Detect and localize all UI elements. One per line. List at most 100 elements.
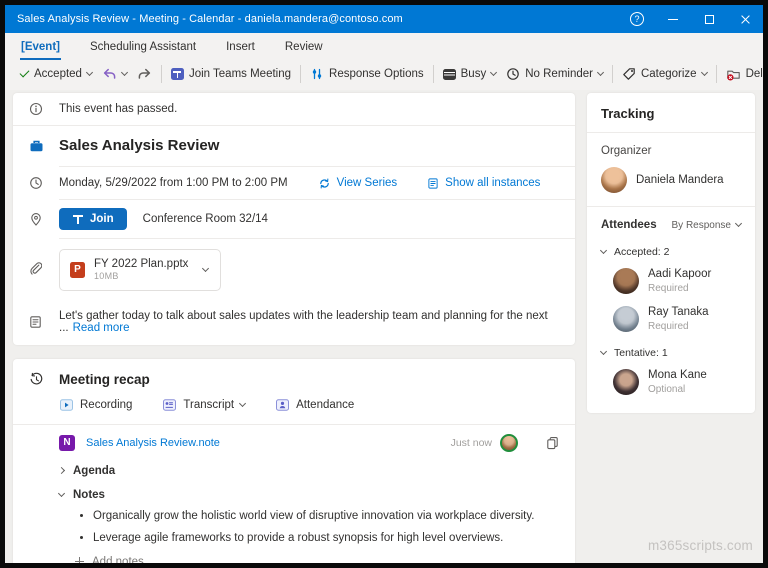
powerpoint-file-icon bbox=[70, 261, 85, 278]
accepted-button[interactable]: Accepted bbox=[15, 65, 97, 83]
attendee-avatar bbox=[613, 305, 639, 332]
agenda-label: Agenda bbox=[73, 464, 116, 477]
reminder-clock-icon bbox=[507, 68, 520, 80]
datetime-row: Monday, 5/29/2022 from 1:00 PM to 2:00 P… bbox=[13, 167, 575, 199]
by-response-dropdown[interactable]: By Response bbox=[672, 220, 743, 231]
location-row: Join Conference Room 32/14 bbox=[13, 200, 575, 238]
help-button[interactable]: ? bbox=[619, 5, 655, 33]
categorize-button[interactable]: Categorize bbox=[617, 64, 712, 84]
attendee-role: Required bbox=[648, 320, 689, 332]
transcript-button[interactable]: Transcript bbox=[162, 398, 247, 412]
read-more-link[interactable]: Read more bbox=[73, 322, 130, 334]
sync-icon bbox=[319, 178, 329, 188]
meeting-note-link[interactable]: Sales Analysis Review.note bbox=[86, 437, 220, 449]
delete-label: Delete bbox=[745, 68, 763, 80]
forward-button[interactable] bbox=[132, 64, 157, 84]
attendee-name: Ray Tanaka bbox=[648, 305, 709, 318]
close-button[interactable] bbox=[727, 5, 763, 33]
content-area: This event has passed. Sales Analysis Re… bbox=[5, 90, 763, 563]
reminder-button[interactable]: No Reminder bbox=[501, 64, 608, 84]
transcript-label: Transcript bbox=[183, 398, 235, 411]
event-title-row: Sales Analysis Review bbox=[13, 126, 575, 166]
teams-icon bbox=[72, 214, 84, 225]
watermark: m365scripts.com bbox=[647, 538, 753, 553]
add-notes-label: Add notes bbox=[92, 555, 144, 563]
tab-scheduling-assistant[interactable]: Scheduling Assistant bbox=[89, 36, 197, 60]
chevron-down-icon bbox=[599, 246, 608, 255]
view-series-label: View Series bbox=[336, 177, 398, 189]
title-bar: Sales Analysis Review - Meeting - Calend… bbox=[5, 5, 763, 33]
categorize-label: Categorize bbox=[640, 68, 697, 80]
attendee-name: Aadi Kapoor bbox=[648, 268, 712, 280]
busy-status-button[interactable]: Busy bbox=[438, 65, 502, 83]
tab-event[interactable]: [Event] bbox=[20, 36, 61, 60]
notes-section-toggle[interactable]: Notes bbox=[13, 483, 575, 507]
screenshot-frame: Sales Analysis Review - Meeting - Calend… bbox=[0, 0, 768, 568]
join-button-label: Join bbox=[90, 213, 114, 225]
tracking-card: Tracking Organizer Daniela Mandera Atten… bbox=[587, 93, 755, 413]
description-text: Let's gather today to talk about sales u… bbox=[59, 310, 559, 334]
chevron-down-icon bbox=[490, 68, 498, 77]
accepted-group-toggle[interactable]: Accepted: 2 bbox=[587, 237, 755, 262]
accepted-label: Accepted bbox=[34, 68, 82, 80]
attachment-card[interactable]: FY 2022 Plan.pptx 10MB bbox=[59, 249, 222, 291]
attendee-role: Required bbox=[648, 282, 689, 294]
busy-status-icon bbox=[442, 68, 456, 80]
attendee-info: Aadi Kapoor Required bbox=[648, 267, 711, 295]
busy-label: Busy bbox=[460, 68, 487, 80]
add-notes-button[interactable]: Add notes bbox=[13, 554, 575, 563]
show-all-instances-link[interactable]: Show all instances bbox=[427, 177, 540, 190]
view-series-link[interactable]: View Series bbox=[318, 177, 398, 190]
attachment-row: FY 2022 Plan.pptx 10MB bbox=[13, 239, 575, 301]
tab-insert[interactable]: Insert bbox=[225, 36, 256, 60]
location-text: Conference Room 32/14 bbox=[142, 213, 268, 225]
tentative-group-label: Tentative: 1 bbox=[614, 346, 668, 359]
attendee-avatar bbox=[613, 267, 639, 294]
organizer-name: Daniela Mandera bbox=[636, 174, 724, 186]
attachment-size: 10MB bbox=[94, 271, 119, 282]
close-icon bbox=[740, 14, 751, 25]
recording-button[interactable]: Recording bbox=[59, 398, 132, 412]
attendee-avatar bbox=[613, 368, 639, 395]
chevron-down-icon bbox=[239, 399, 247, 407]
description-body: Let's gather today to talk about sales u… bbox=[59, 309, 548, 334]
tentative-group-toggle[interactable]: Tentative: 1 bbox=[587, 338, 755, 363]
join-meeting-button[interactable]: Join bbox=[59, 208, 127, 230]
show-all-instances-label: Show all instances bbox=[445, 177, 541, 189]
recording-label: Recording bbox=[80, 398, 133, 411]
join-teams-meeting-button[interactable]: Join Teams Meeting bbox=[166, 65, 296, 83]
attachment-name: FY 2022 Plan.pptx bbox=[94, 258, 189, 270]
clock-icon bbox=[29, 176, 59, 190]
note-bullet: Leverage agile frameworks to provide a r… bbox=[93, 532, 575, 544]
info-icon bbox=[29, 102, 59, 116]
response-options-label: Response Options bbox=[329, 68, 424, 80]
attendee-row: Aadi Kapoor Required bbox=[587, 262, 755, 300]
minimize-button[interactable] bbox=[655, 5, 691, 33]
attendee-role: Optional bbox=[648, 383, 686, 395]
description-row: Let's gather today to talk about sales u… bbox=[13, 301, 575, 345]
maximize-icon bbox=[704, 14, 714, 24]
copy-icon[interactable] bbox=[546, 436, 559, 450]
maximize-button[interactable] bbox=[691, 5, 727, 33]
check-icon bbox=[19, 67, 30, 78]
recording-icon bbox=[60, 398, 73, 411]
reply-button[interactable] bbox=[97, 64, 132, 84]
window-title: Sales Analysis Review - Meeting - Calend… bbox=[17, 13, 403, 25]
response-options-button[interactable]: Response Options bbox=[305, 64, 429, 84]
chevron-down-icon bbox=[596, 68, 605, 77]
attendance-icon bbox=[276, 398, 290, 411]
attendee-info: Ray Tanaka Required bbox=[648, 305, 709, 333]
note-author-avatar bbox=[500, 433, 518, 452]
toolbar-divider bbox=[300, 65, 302, 83]
note-bullet: Organically grow the holistic world view… bbox=[93, 510, 575, 522]
tab-review[interactable]: Review bbox=[284, 36, 324, 60]
attendance-button[interactable]: Attendance bbox=[275, 398, 354, 412]
event-title: Sales Analysis Review bbox=[59, 137, 220, 154]
note-timestamp: Just now bbox=[450, 436, 492, 449]
event-passed-text: This event has passed. bbox=[59, 103, 178, 115]
delete-button[interactable]: Delete bbox=[721, 64, 763, 84]
paperclip-icon bbox=[29, 262, 59, 277]
attendee-row: Mona Kane Optional bbox=[587, 363, 755, 401]
transcript-icon bbox=[163, 398, 177, 411]
agenda-section-toggle[interactable]: Agenda bbox=[13, 459, 575, 483]
